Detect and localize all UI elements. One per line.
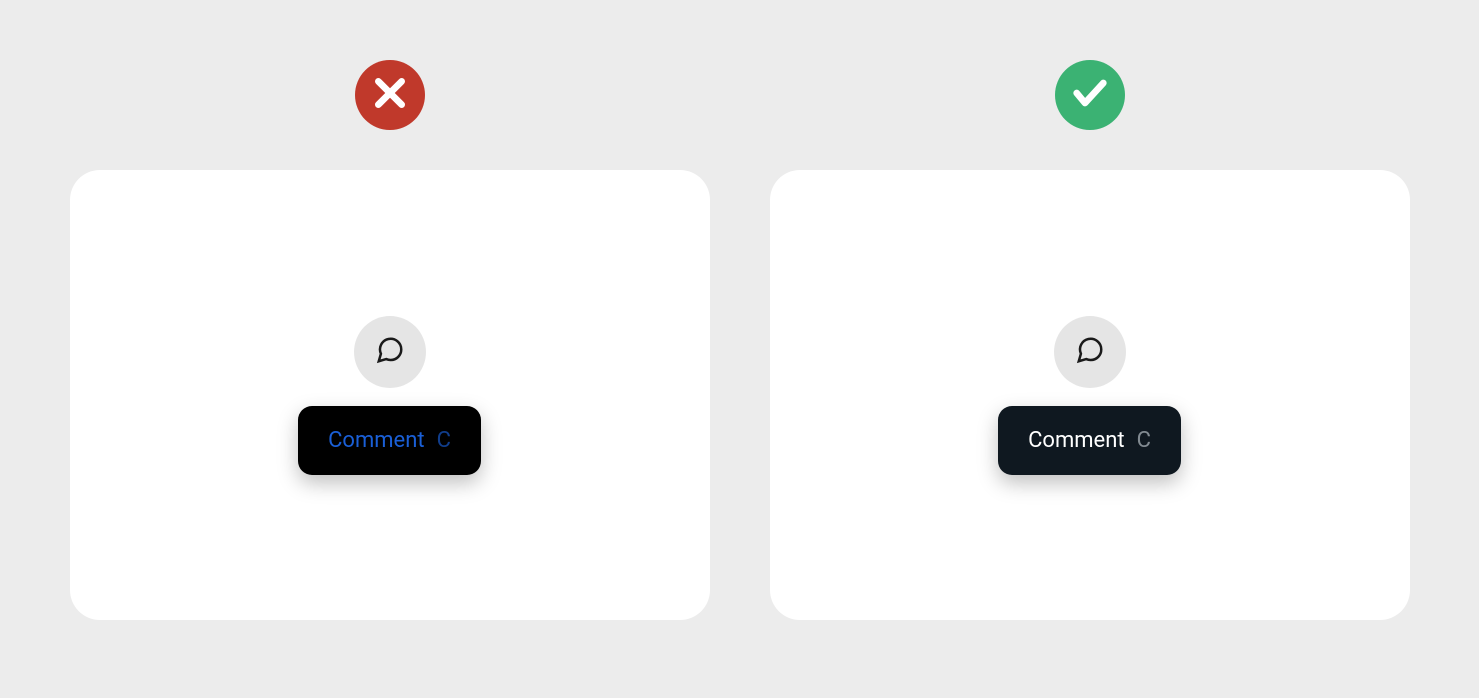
correct-indicator xyxy=(1055,60,1125,130)
wrong-indicator xyxy=(355,60,425,130)
example-card-correct: Comment C xyxy=(770,170,1410,620)
tooltip-label: Comment xyxy=(1028,428,1124,453)
tooltip-label: Comment xyxy=(328,428,424,453)
wrong-example: Comment C xyxy=(70,60,710,620)
tooltip-shortcut: C xyxy=(1137,428,1151,453)
correct-example: Comment C xyxy=(770,60,1410,620)
tooltip-wrong: Comment C xyxy=(298,406,481,475)
speech-bubble-icon xyxy=(375,335,405,369)
comment-button[interactable] xyxy=(1054,316,1126,388)
check-icon xyxy=(1070,73,1110,117)
example-card-wrong: Comment C xyxy=(70,170,710,620)
tooltip-correct: Comment C xyxy=(998,406,1181,475)
cross-icon xyxy=(370,73,410,117)
comment-button[interactable] xyxy=(354,316,426,388)
speech-bubble-icon xyxy=(1075,335,1105,369)
tooltip-shortcut: C xyxy=(437,428,451,453)
